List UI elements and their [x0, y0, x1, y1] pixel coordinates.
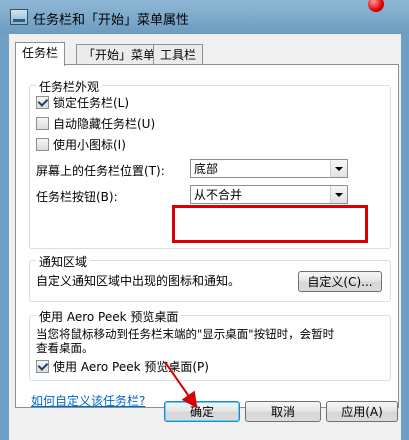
tab-taskbar[interactable]: 任务栏: [15, 42, 66, 66]
arrow-icon: [164, 361, 198, 409]
annotation-arrow: [164, 361, 198, 409]
